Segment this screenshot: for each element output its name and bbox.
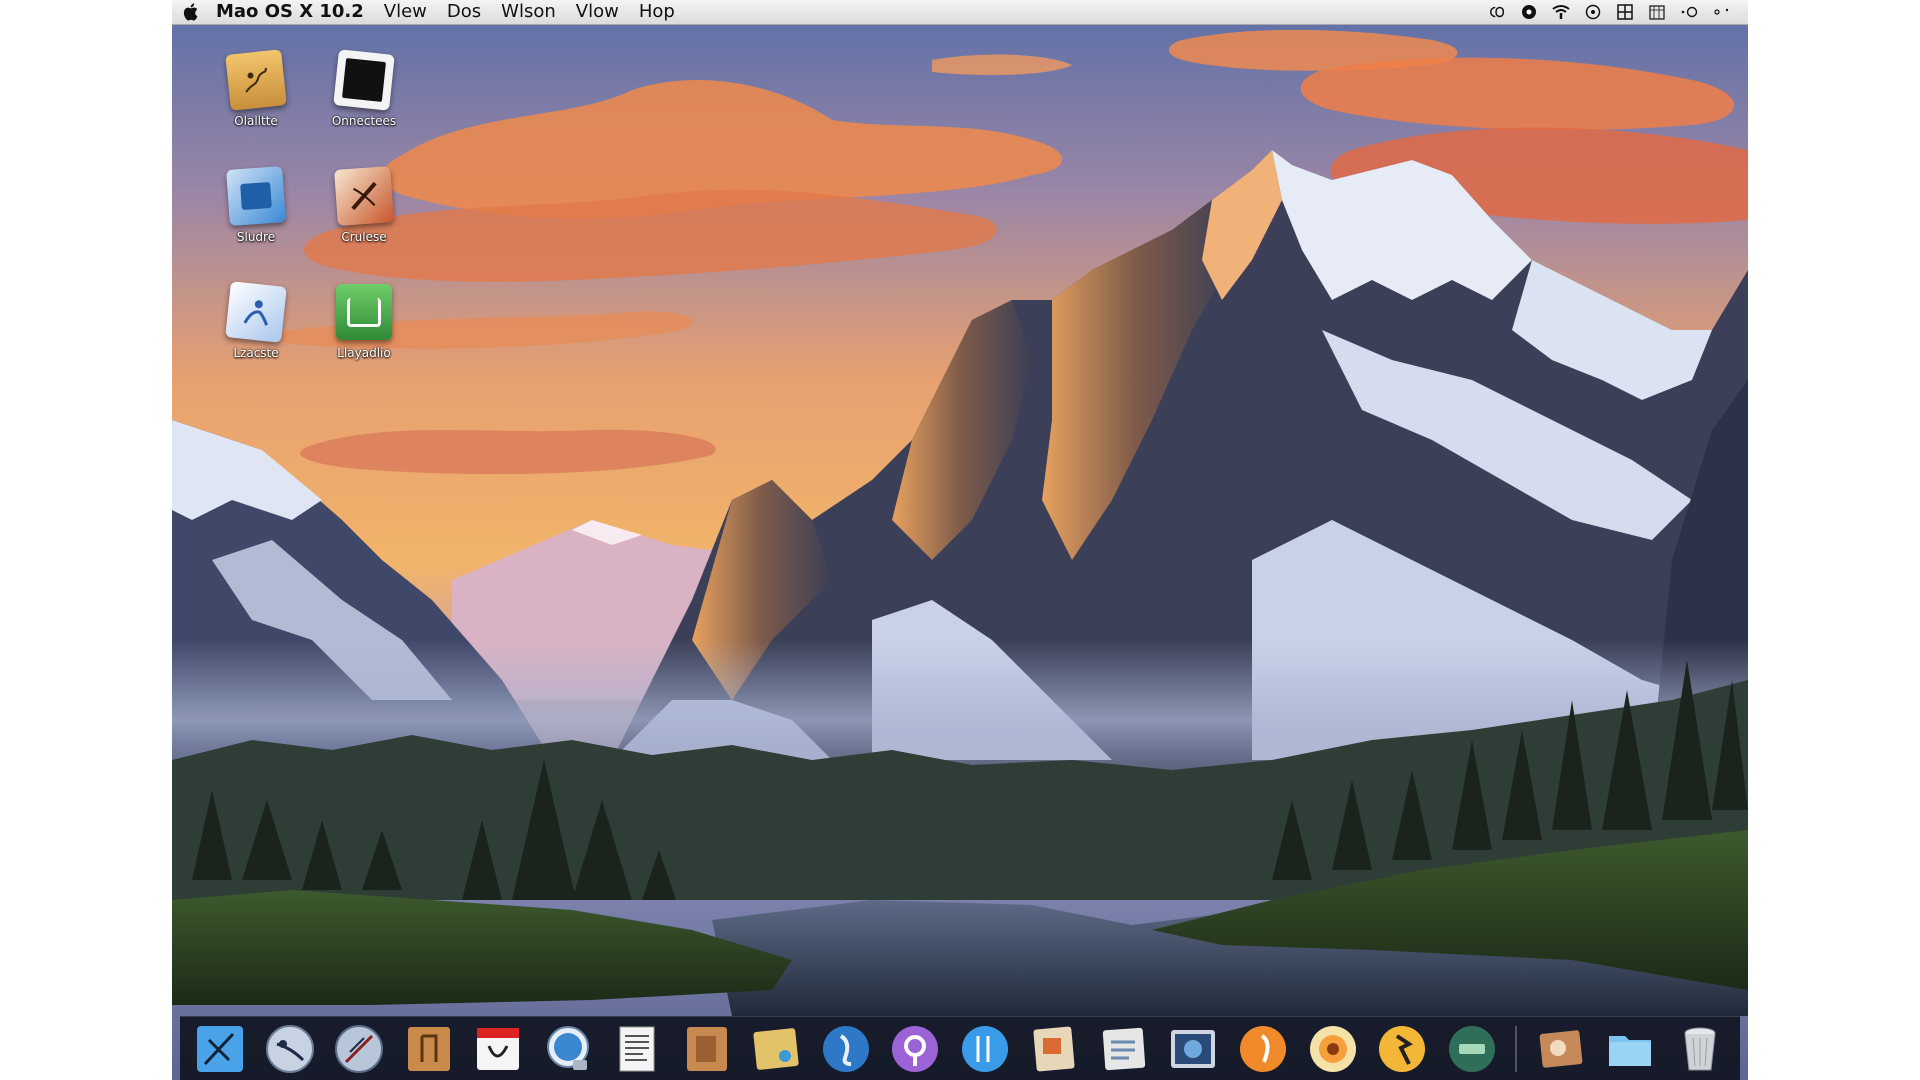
desktop-icon-label: Llayadlio: [337, 346, 391, 360]
preview-icon[interactable]: [1098, 1023, 1150, 1075]
documents-folder-icon[interactable]: [1604, 1023, 1656, 1075]
menu-docs[interactable]: Dos: [437, 0, 491, 24]
menu-view-2[interactable]: Vlow: [566, 0, 629, 24]
menu-bar: Mao OS X 10.2 Vlew Dos Wlson Vlow Hop: [172, 0, 1748, 25]
desktop-icon-label: Olalltte: [234, 114, 278, 128]
safari-icon[interactable]: [264, 1023, 316, 1075]
menu-window[interactable]: Wlson: [491, 0, 566, 24]
trash-icon[interactable]: [1674, 1023, 1726, 1075]
desktop-icon-label: Lzacste: [233, 346, 279, 360]
mail-icon[interactable]: [542, 1023, 594, 1075]
finder-icon[interactable]: [194, 1023, 246, 1075]
desktop-icon-lzacste[interactable]: Lzacste: [196, 281, 316, 360]
dock-separator: [1515, 1025, 1518, 1072]
notebook-icon[interactable]: [681, 1023, 733, 1075]
folder-blue-icon: [226, 166, 286, 226]
desktop-icon-llayadlio[interactable]: Llayadlio: [304, 284, 424, 360]
desktop-icon-label: Onnectees: [331, 114, 397, 128]
appstore-icon[interactable]: [959, 1023, 1011, 1075]
menu-view[interactable]: Vlew: [374, 0, 437, 24]
pages-icon[interactable]: [1028, 1023, 1080, 1075]
menu-help[interactable]: Hop: [629, 0, 685, 24]
apple-menu-icon[interactable]: [172, 0, 212, 24]
garageband-icon[interactable]: [1376, 1023, 1428, 1075]
compass-icon[interactable]: [333, 1023, 385, 1075]
clock-icon[interactable]: [1584, 3, 1602, 21]
document-icon: [225, 49, 287, 111]
green-app-icon: [336, 284, 392, 340]
user-book-icon: [225, 281, 287, 343]
desktop-screen: Mao OS X 10.2 Vlew Dos Wlson Vlow Hop Ol…: [172, 0, 1748, 1080]
record-icon[interactable]: [1520, 3, 1538, 21]
desktop-icon-label: Crulese: [341, 230, 387, 244]
photo-icon[interactable]: [750, 1023, 802, 1075]
sunflower-icon[interactable]: [1307, 1023, 1359, 1075]
wifi-icon[interactable]: [1552, 3, 1570, 21]
textedit-icon[interactable]: [611, 1023, 663, 1075]
grid-icon[interactable]: [1616, 3, 1634, 21]
status-menu-area: [1488, 3, 1748, 21]
iphoto-icon[interactable]: [1535, 1023, 1587, 1075]
spotlight-icon[interactable]: [1680, 3, 1698, 21]
desktop-icon-sludre[interactable]: Sludre: [196, 166, 316, 244]
display-icon[interactable]: [1488, 3, 1506, 21]
dashboard-icon[interactable]: [1446, 1023, 1498, 1075]
dock: [180, 1016, 1740, 1080]
desktop-icon-crulese[interactable]: Crulese: [304, 166, 424, 244]
calendar-icon[interactable]: [472, 1023, 524, 1075]
book-icon[interactable]: [403, 1023, 455, 1075]
desktop-icon-olalltte[interactable]: Olalltte: [196, 49, 316, 128]
menu-app-name[interactable]: Mao OS X 10.2: [212, 0, 374, 24]
globe-icon[interactable]: [820, 1023, 872, 1075]
photo-icon: [333, 49, 395, 111]
quicktime-icon[interactable]: [1167, 1023, 1219, 1075]
brush-icon: [334, 166, 394, 226]
calendar-icon[interactable]: [1648, 3, 1666, 21]
desktop-icon-onnectees[interactable]: Onnectees: [304, 49, 424, 128]
desktop-wallpaper: [172, 0, 1748, 1080]
itunes-icon[interactable]: [889, 1023, 941, 1075]
user-icon[interactable]: [1712, 3, 1730, 21]
desktop-icon-label: Sludre: [236, 230, 276, 244]
firefox-icon[interactable]: [1237, 1023, 1289, 1075]
